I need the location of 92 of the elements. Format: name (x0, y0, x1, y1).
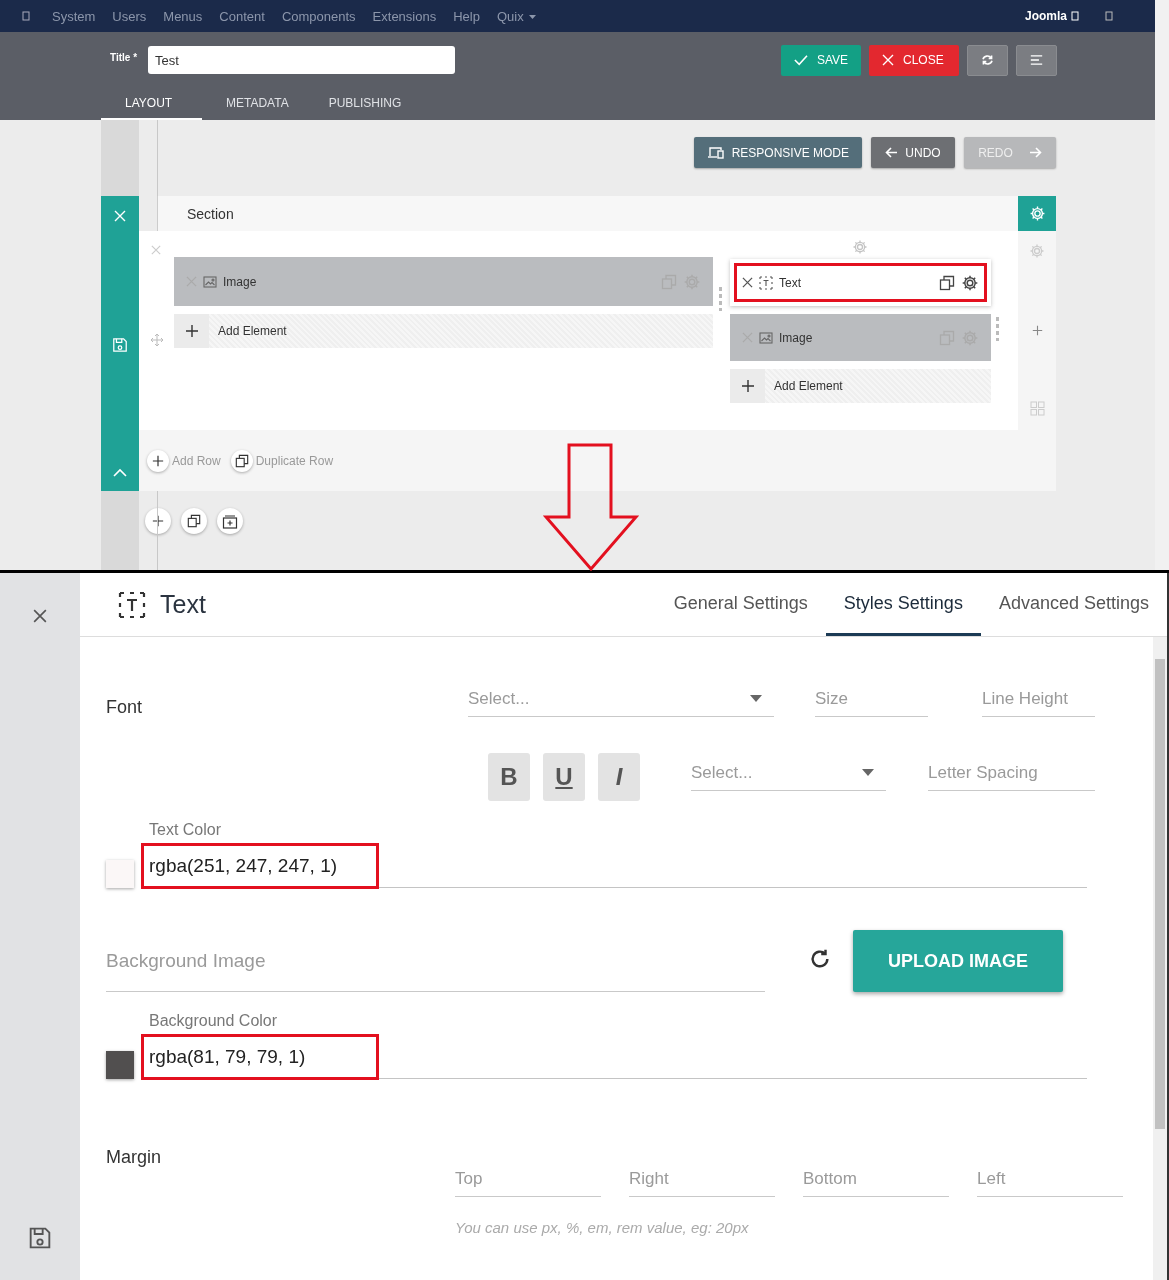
menu-item[interactable]: System (52, 8, 96, 24)
move-icon[interactable] (150, 333, 164, 347)
upload-image-button[interactable]: UPLOAD IMAGE (853, 930, 1063, 992)
plus-icon (740, 379, 755, 393)
hint-text: You can use px, %, em, rem value, eg: 20px (455, 1219, 750, 1236)
element-label: Image (223, 274, 257, 289)
menu-item[interactable]: Extensions (372, 8, 437, 24)
save-panel-icon[interactable] (28, 1226, 52, 1250)
undo-button[interactable]: UNDO (871, 137, 955, 168)
dropdown-icon (862, 769, 874, 776)
menu-item[interactable]: Help (453, 8, 480, 24)
site-link[interactable]: Joomla (1025, 9, 1067, 23)
italic-button[interactable]: I (598, 753, 640, 801)
duplicate-row-link[interactable]: Duplicate Row (255, 453, 334, 468)
menu-item[interactable]: Users (112, 8, 147, 24)
bold-button[interactable]: B (488, 753, 530, 801)
add-row-icon[interactable] (152, 454, 164, 467)
element-block[interactable]: Text (730, 259, 991, 306)
input-field[interactable]: Line Height (982, 681, 1095, 717)
section-title: Section (187, 205, 234, 222)
arrow-right-icon (1028, 147, 1042, 158)
remove-row-icon[interactable] (151, 245, 161, 255)
column-settings-icon[interactable] (852, 239, 868, 255)
add-column-icon[interactable] (1031, 324, 1043, 336)
check-icon (794, 54, 808, 66)
menu-icon (1030, 53, 1043, 67)
duplicate-icon[interactable] (939, 274, 955, 291)
tab[interactable]: PUBLISHING (304, 88, 418, 120)
scrollbar[interactable] (1153, 637, 1167, 1280)
input-field[interactable]: Top (455, 1161, 601, 1197)
scrollbar[interactable] (1155, 0, 1169, 570)
add-section-icon[interactable] (152, 515, 164, 527)
title-field[interactable]: Test (148, 46, 456, 74)
collapse-icon[interactable] (113, 468, 127, 477)
settings-tab[interactable]: General Settings (655, 573, 826, 636)
menu-item[interactable]: Menus (163, 8, 203, 24)
image-icon (203, 275, 217, 288)
input-field[interactable]: Left (977, 1161, 1123, 1197)
settings-icon[interactable] (961, 273, 979, 292)
field-label: Margin (106, 1147, 163, 1169)
color-value-field[interactable]: rgba(251, 247, 247, 1) (144, 846, 376, 886)
refresh-icon[interactable] (809, 948, 831, 970)
close-icon[interactable] (882, 54, 894, 66)
plus-icon (184, 324, 199, 338)
menu-item[interactable]: Components (281, 8, 356, 24)
save-button[interactable]: SAVE (781, 44, 861, 76)
tab[interactable]: METADATA (202, 88, 305, 120)
duplicate-section-icon[interactable] (187, 514, 201, 528)
menu-button[interactable] (1016, 44, 1057, 76)
select-field[interactable]: Select... (468, 681, 774, 717)
section-settings-icon[interactable] (1028, 205, 1046, 222)
color-value-field[interactable]: rgba(81, 79, 79, 1) (144, 1037, 376, 1077)
field-label: Text Color (149, 821, 223, 839)
add-row-link[interactable]: Add Row (172, 453, 221, 468)
text-element-icon (118, 590, 146, 619)
color-swatch[interactable] (106, 1051, 134, 1079)
caret-icon (528, 15, 536, 20)
arrow-left-icon (885, 147, 899, 158)
responsive-button[interactable]: RESPONSIVE MODE (693, 137, 862, 168)
settings-tab[interactable]: Styles Settings (825, 573, 981, 636)
menu-item[interactable]: Content (219, 8, 265, 24)
dropdown-icon (750, 695, 762, 702)
select-field[interactable]: Select... (691, 755, 886, 791)
save-section-icon[interactable] (112, 337, 128, 353)
settings-tab[interactable]: Advanced Settings (980, 573, 1167, 636)
duplicate-row-icon[interactable] (234, 453, 249, 468)
input-field[interactable]: Letter Spacing (928, 755, 1095, 791)
input-field[interactable]: Right (629, 1161, 775, 1197)
element-label: Image (779, 330, 813, 345)
input-field[interactable]: Background Image (106, 930, 765, 992)
element-label: Text (779, 275, 801, 290)
refresh-button[interactable] (967, 44, 1008, 76)
devices-icon (706, 146, 725, 159)
color-swatch[interactable] (106, 860, 134, 888)
input-field[interactable]: Bottom (803, 1161, 949, 1197)
image-icon (759, 331, 773, 344)
add-element-button[interactable]: Add Element (730, 369, 991, 403)
close-section-icon[interactable] (114, 210, 126, 222)
add-element-button[interactable]: Add Element (174, 314, 713, 348)
close-button[interactable]: CLOSE (869, 44, 959, 76)
field-label: Background Color (149, 1012, 279, 1030)
remove-icon[interactable] (742, 277, 753, 288)
input-field[interactable]: Size (815, 681, 928, 717)
text-element-icon (759, 275, 773, 290)
field-label: Font (106, 697, 144, 718)
panel-title: Text (160, 590, 206, 619)
field-label: Title * (110, 51, 138, 63)
close-panel-icon[interactable] (33, 609, 47, 623)
section-library-icon[interactable] (222, 513, 238, 529)
menu-item[interactable]: Quix (496, 8, 536, 24)
underline-button[interactable]: U (543, 753, 585, 801)
sync-icon (981, 53, 994, 67)
